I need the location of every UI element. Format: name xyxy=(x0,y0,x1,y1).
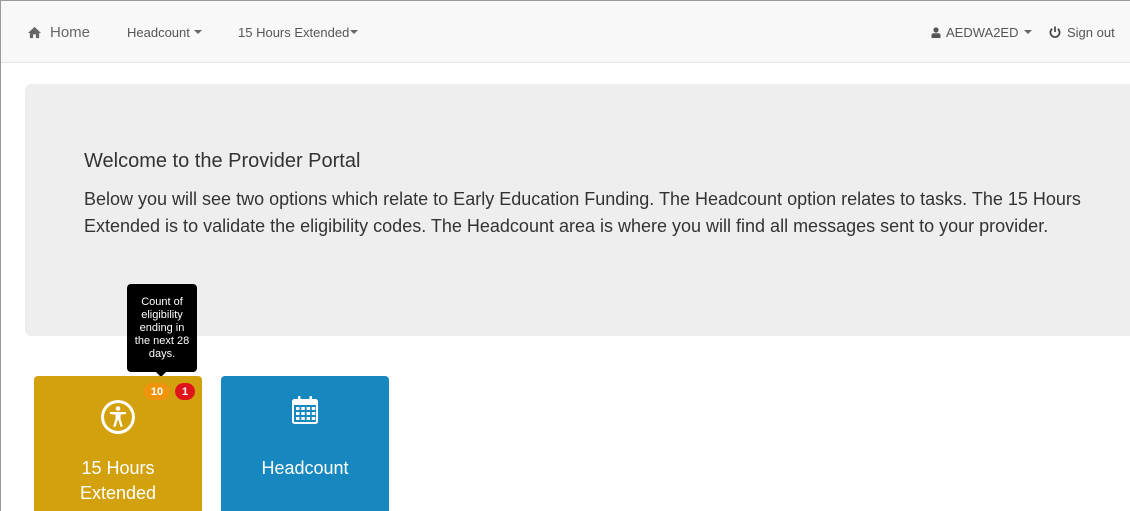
calendar-icon xyxy=(221,396,389,424)
nav-user-label: AEDWA2ED xyxy=(946,24,1019,40)
nav-15-hours-dropdown[interactable]: 15 Hours Extended xyxy=(238,1,359,63)
sign-out-link[interactable]: Sign out xyxy=(1049,1,1115,63)
welcome-description: Below you will see two options which rel… xyxy=(84,189,1081,236)
power-icon xyxy=(1049,26,1061,38)
tile-15-hours-extended[interactable]: 10 1 15 Hours Extended xyxy=(34,376,202,511)
tooltip-text: Count of eligibility ending in the next … xyxy=(134,295,190,360)
tile-headcount-label: Headcount xyxy=(261,458,349,478)
home-icon xyxy=(27,26,42,39)
nav-15-hours-label: 15 Hours Extended xyxy=(238,24,350,40)
tile-15-hours-label-line1: 15 Hours xyxy=(81,458,155,478)
caret-down-icon xyxy=(350,30,359,34)
accessibility-icon xyxy=(34,398,202,436)
nav-headcount-dropdown[interactable]: Headcount xyxy=(127,1,202,63)
top-navbar: Home Headcount 15 Hours Extended AEDWA2E… xyxy=(1,1,1130,63)
nav-headcount-label: Headcount xyxy=(127,24,190,40)
caret-down-icon xyxy=(1024,30,1033,34)
welcome-title: Welcome to the Provider Portal xyxy=(84,150,361,172)
nav-home-link[interactable]: Home xyxy=(27,1,90,63)
eligibility-tooltip: Count of eligibility ending in the next … xyxy=(127,284,197,372)
user-icon xyxy=(931,26,941,38)
tile-15-hours-label: 15 Hours Extended xyxy=(34,456,202,506)
sign-out-label: Sign out xyxy=(1067,24,1115,40)
window-border-left xyxy=(0,0,1,511)
nav-home-label: Home xyxy=(50,23,91,41)
tile-headcount[interactable]: Headcount xyxy=(221,376,389,511)
tile-15-hours-label-line2: Extended xyxy=(79,483,157,503)
nav-user-dropdown[interactable]: AEDWA2ED xyxy=(931,1,1033,63)
caret-down-icon xyxy=(193,30,202,34)
